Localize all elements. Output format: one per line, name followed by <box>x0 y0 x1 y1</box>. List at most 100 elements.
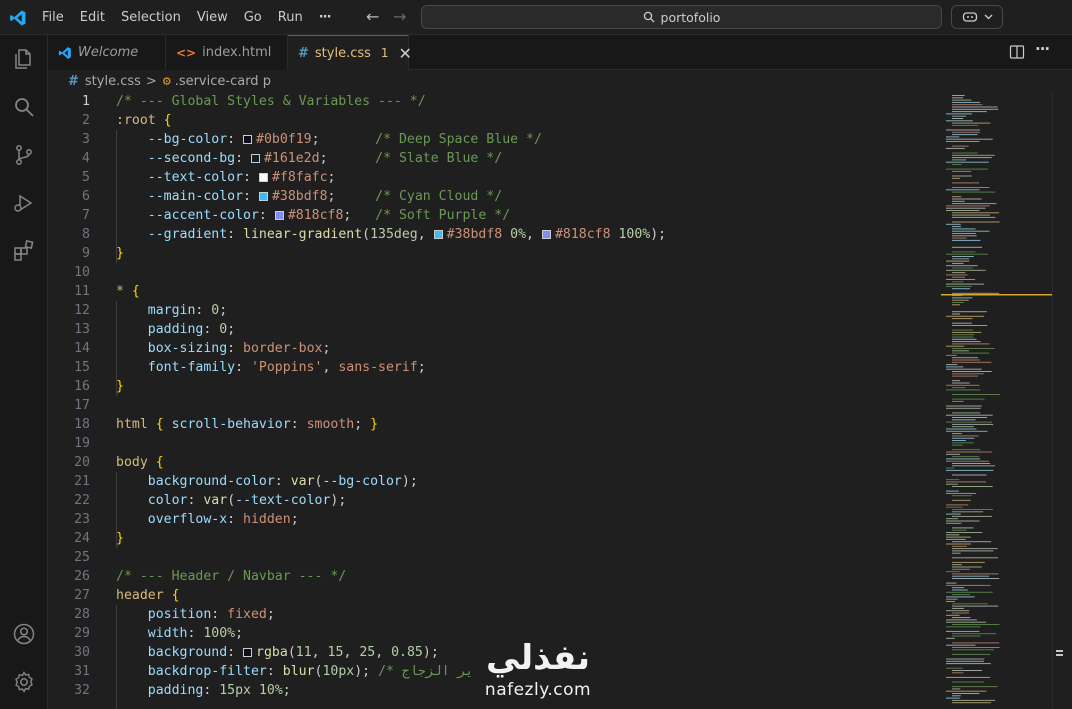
minimap-line <box>952 311 987 313</box>
menu-file[interactable]: File <box>34 0 72 35</box>
minimap-line <box>952 550 994 552</box>
minimap-line <box>946 520 980 522</box>
minimap-line <box>952 371 992 372</box>
code-line[interactable]: 7 --accent-color: #818cf8; /* Soft Purpl… <box>48 206 941 225</box>
source-control-icon[interactable] <box>12 143 36 167</box>
more-actions-icon[interactable]: ··· <box>1035 40 1050 58</box>
code-token: } <box>370 417 379 432</box>
minimap-line <box>952 352 990 354</box>
color-swatch[interactable] <box>243 135 253 144</box>
menu-run[interactable]: Run <box>270 0 311 35</box>
settings-gear-icon[interactable] <box>12 670 36 694</box>
code-line[interactable]: 10 <box>48 263 941 282</box>
minimap-line <box>952 187 990 188</box>
code-line[interactable]: 21 background-color: var(--bg-color); <box>48 472 941 491</box>
close-icon[interactable]: ✕ <box>399 44 412 63</box>
minimap-line <box>952 474 987 476</box>
vertical-scrollbar[interactable] <box>1052 92 1072 709</box>
code-line[interactable]: 15 font-family: 'Poppins', sans-serif; <box>48 358 941 377</box>
line-number: 8 <box>82 227 90 242</box>
code-token: ; <box>343 208 376 223</box>
code-line[interactable]: 4 --second-bg: #161e2d; /* Slate Blue */ <box>48 149 941 168</box>
minimap-line <box>952 196 962 198</box>
minimap-line <box>952 686 998 688</box>
code-line[interactable]: 25 <box>48 548 941 567</box>
code-line[interactable]: 27 header { <box>48 586 941 605</box>
code-line[interactable]: 22 color: var(--text-color); <box>48 491 941 510</box>
color-swatch[interactable] <box>243 648 253 657</box>
menu-selection[interactable]: Selection <box>113 0 189 35</box>
code-line[interactable]: 5 --text-color: #f8fafc; <box>48 168 941 187</box>
search-view-icon[interactable] <box>12 95 36 119</box>
back-arrow-icon[interactable]: ← <box>366 8 379 26</box>
extensions-icon[interactable] <box>12 239 36 263</box>
run-debug-icon[interactable] <box>12 191 36 215</box>
tab-welcome[interactable]: Welcome <box>48 35 166 70</box>
copilot-button[interactable] <box>951 5 1003 29</box>
code-line[interactable]: 24} <box>48 529 941 548</box>
minimap-line <box>952 182 980 184</box>
code-token: ; <box>327 189 376 204</box>
color-swatch[interactable] <box>274 211 284 220</box>
code-line[interactable]: 23 overflow-x: hidden; <box>48 510 941 529</box>
code-token: , <box>311 645 328 660</box>
code-line[interactable]: 8 --gradient: linear-gradient(135deg, #3… <box>48 225 941 244</box>
code-line[interactable]: 18 html { scroll-behavior: smooth; } <box>48 415 941 434</box>
code-line[interactable]: 9} <box>48 244 941 263</box>
menu-go[interactable]: Go <box>236 0 270 35</box>
minimap[interactable] <box>941 92 1052 709</box>
explorer-icon[interactable] <box>12 47 36 71</box>
code-line[interactable]: 3 --bg-color: #0b0f19; /* Deep Space Blu… <box>48 130 941 149</box>
vscode-logo-icon[interactable] <box>9 9 27 27</box>
code-line[interactable]: 11 * { <box>48 282 941 301</box>
code-line[interactable]: 12 margin: 0; <box>48 301 941 320</box>
breadcrumb-file[interactable]: style.css <box>85 74 141 89</box>
minimap-line <box>946 479 960 481</box>
command-center-search[interactable]: portofolio <box>421 5 942 29</box>
color-swatch[interactable] <box>258 192 268 201</box>
code-editor[interactable]: 1 /* --- Global Styles & Variables --- */… <box>48 92 941 709</box>
code-line[interactable]: 17 <box>48 396 941 415</box>
breadcrumb-symbol[interactable]: .service-card p <box>175 74 271 89</box>
tab-index-html[interactable]: <> index.html <box>166 35 288 70</box>
code-line[interactable]: 13 padding: 0; <box>48 320 941 339</box>
minimap-line <box>952 331 982 333</box>
code-token: { <box>155 455 164 470</box>
minimap-line <box>952 566 982 568</box>
minimap-line <box>952 115 967 117</box>
tab-style-css[interactable]: # style.css 1 ✕ <box>288 35 412 70</box>
menu-more[interactable]: ··· <box>311 0 339 35</box>
code-line[interactable]: 14 box-sizing: border-box; <box>48 339 941 358</box>
code-line[interactable]: 19 <box>48 434 941 453</box>
code-text: box-sizing: border-box; <box>116 339 331 358</box>
color-swatch[interactable] <box>433 230 443 239</box>
code-line[interactable]: 6 --main-color: #38bdf8; /* Cyan Cloud *… <box>48 187 941 206</box>
minimap-line <box>952 198 982 200</box>
code-token: : <box>258 208 275 223</box>
code-token: { <box>171 588 180 603</box>
code-line[interactable]: 1 /* --- Global Styles & Variables --- */ <box>48 92 941 111</box>
minimap-line <box>946 490 959 492</box>
code-line[interactable]: 26 /* --- Header / Navbar --- */ <box>48 567 941 586</box>
minimap-line <box>952 587 965 589</box>
split-editor-icon[interactable] <box>1009 44 1025 60</box>
code-token: margin <box>116 303 196 318</box>
tab-label: Welcome <box>78 45 139 60</box>
code-line[interactable]: 28 position: fixed; <box>48 605 941 624</box>
code-line[interactable]: 20 body { <box>48 453 941 472</box>
forward-arrow-icon[interactable]: → <box>393 8 406 26</box>
color-swatch[interactable] <box>250 154 260 163</box>
minimap-line <box>946 364 958 366</box>
menu-view[interactable]: View <box>189 0 236 35</box>
code-token: : <box>187 626 204 641</box>
minimap-line <box>946 141 980 142</box>
minimap-line <box>946 129 980 131</box>
code-line[interactable]: 2:root { <box>48 111 941 130</box>
menu-edit[interactable]: Edit <box>72 0 113 35</box>
color-swatch[interactable] <box>541 230 551 239</box>
code-token: position <box>116 607 212 622</box>
account-icon[interactable] <box>12 622 36 646</box>
color-swatch[interactable] <box>258 173 268 182</box>
code-line[interactable]: 16} <box>48 377 941 396</box>
